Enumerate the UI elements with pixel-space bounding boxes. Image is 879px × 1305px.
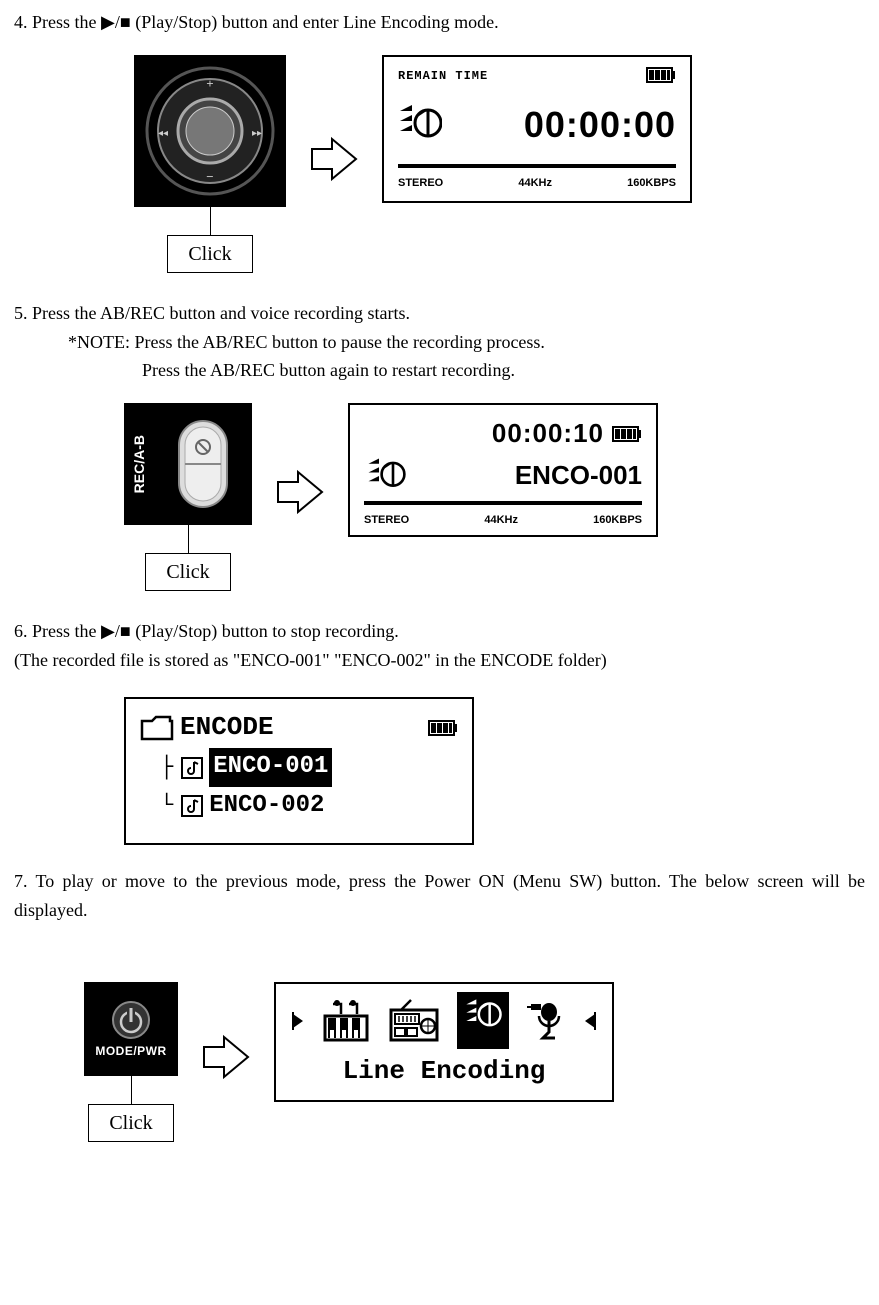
mode-power-button[interactable]: MODE/PWR: [84, 982, 178, 1076]
click-label: Click: [145, 553, 230, 591]
stereo-label: STEREO: [398, 175, 443, 193]
click-label: Click: [88, 1104, 173, 1142]
time-display: 00:00:10: [492, 413, 604, 455]
pointer-line: [188, 525, 189, 553]
battery-icon: [646, 67, 676, 83]
arrow-right-icon: [198, 1029, 254, 1085]
svg-text:−: −: [206, 169, 213, 184]
line-encoding-icon: [364, 455, 408, 497]
step4-figure: + − ◂◂ ▸▸ Click REMAIN TIME: [14, 55, 865, 273]
file1-selected: ENCO-001: [209, 748, 332, 786]
progress-bar: [364, 498, 642, 508]
menu-screen: Line Encoding: [274, 982, 614, 1102]
bitrate-label: 160KBPS: [627, 175, 676, 193]
step6-line1: 6. Press the ▶/■ (Play/Stop) button to s…: [14, 617, 865, 646]
recording-file-title: ENCO-001: [422, 455, 642, 497]
time-display: 00:00:00: [456, 96, 676, 154]
stereo-label: STEREO: [364, 512, 409, 530]
file2: ENCO-002: [209, 787, 324, 825]
tree-branch-icon: ├: [160, 750, 173, 785]
arrow-left-small-icon: [583, 1010, 597, 1032]
svg-text:▸▸: ▸▸: [252, 128, 262, 139]
step7-figure: MODE/PWR Click: [14, 982, 865, 1142]
step4-text: 4. Press the ▶/■ (Play/Stop) button and …: [14, 8, 865, 37]
step6-line2: (The recorded file is stored as "ENCO-00…: [14, 646, 865, 675]
file-row-2: └ ENCO-002: [160, 787, 458, 825]
folder-icon: [140, 715, 174, 741]
modepwr-with-label: MODE/PWR Click: [84, 982, 178, 1142]
power-icon: [109, 998, 153, 1042]
khz-label: 44KHz: [518, 175, 552, 193]
khz-label: 44KHz: [484, 512, 518, 530]
music-file-icon: [181, 795, 203, 817]
file-row-1: ├ ENCO-001: [160, 748, 458, 786]
modepwr-label: MODE/PWR: [95, 1042, 166, 1061]
step6-figure: ENCODE ├ ENCO-001: [14, 697, 865, 845]
rec-side-label: REC/A-B: [124, 435, 154, 493]
step5-figure: REC/A-B Click: [14, 403, 865, 591]
remain-time-label: REMAIN TIME: [398, 67, 488, 86]
music-file-icon: [181, 757, 203, 779]
step7-text: 7. To play or move to the previous mode,…: [14, 867, 865, 925]
line-encoding-icon: [398, 101, 442, 149]
progress-bar: [398, 161, 676, 171]
pointer-line: [131, 1076, 132, 1104]
pointer-line: [210, 207, 211, 235]
lcd-screen-remain-time: REMAIN TIME: [382, 55, 692, 203]
bitrate-label: 160KBPS: [593, 512, 642, 530]
menu-title: Line Encoding: [343, 1051, 546, 1093]
encode-folder-screen: ENCODE ├ ENCO-001: [124, 697, 474, 845]
step-4: 4. Press the ▶/■ (Play/Stop) button and …: [14, 8, 865, 273]
play-stop-button[interactable]: + − ◂◂ ▸▸: [134, 55, 286, 207]
svg-text:◂◂: ◂◂: [158, 128, 168, 139]
rec-pill-icon: [154, 417, 252, 511]
menu-icons-row: [291, 992, 597, 1049]
tree-branch-icon: └: [160, 788, 173, 823]
step-6: 6. Press the ▶/■ (Play/Stop) button to s…: [14, 617, 865, 845]
rec-button-with-label: REC/A-B Click: [124, 403, 252, 591]
step5-line1: 5. Press the AB/REC button and voice rec…: [14, 299, 865, 328]
ab-rec-button[interactable]: REC/A-B: [124, 403, 252, 525]
joystick-icon: + − ◂◂ ▸▸: [145, 66, 275, 196]
click-label: Click: [167, 235, 252, 273]
keyboard-icon: [321, 998, 371, 1044]
svg-text:+: +: [206, 76, 213, 91]
step5-note: *NOTE: Press the AB/REC button to pause …: [14, 328, 865, 357]
line-encoding-selected-icon: [457, 992, 509, 1049]
mic-icon: [525, 1000, 567, 1042]
arrow-right-small-icon: [291, 1010, 305, 1032]
encode-folder-name: ENCODE: [180, 707, 274, 749]
lcd-screen-recording: 00:00:10: [348, 403, 658, 537]
step-5: 5. Press the AB/REC button and voice rec…: [14, 299, 865, 591]
arrow-right-icon: [306, 131, 362, 187]
step-7: 7. To play or move to the previous mode,…: [14, 867, 865, 1143]
arrow-right-icon: [272, 464, 328, 520]
battery-icon: [428, 720, 458, 736]
battery-icon: [612, 426, 642, 442]
radio-icon: [387, 998, 441, 1044]
joystick-with-label: + − ◂◂ ▸▸ Click: [134, 55, 286, 273]
step5-note2: Press the AB/REC button again to restart…: [14, 356, 865, 385]
